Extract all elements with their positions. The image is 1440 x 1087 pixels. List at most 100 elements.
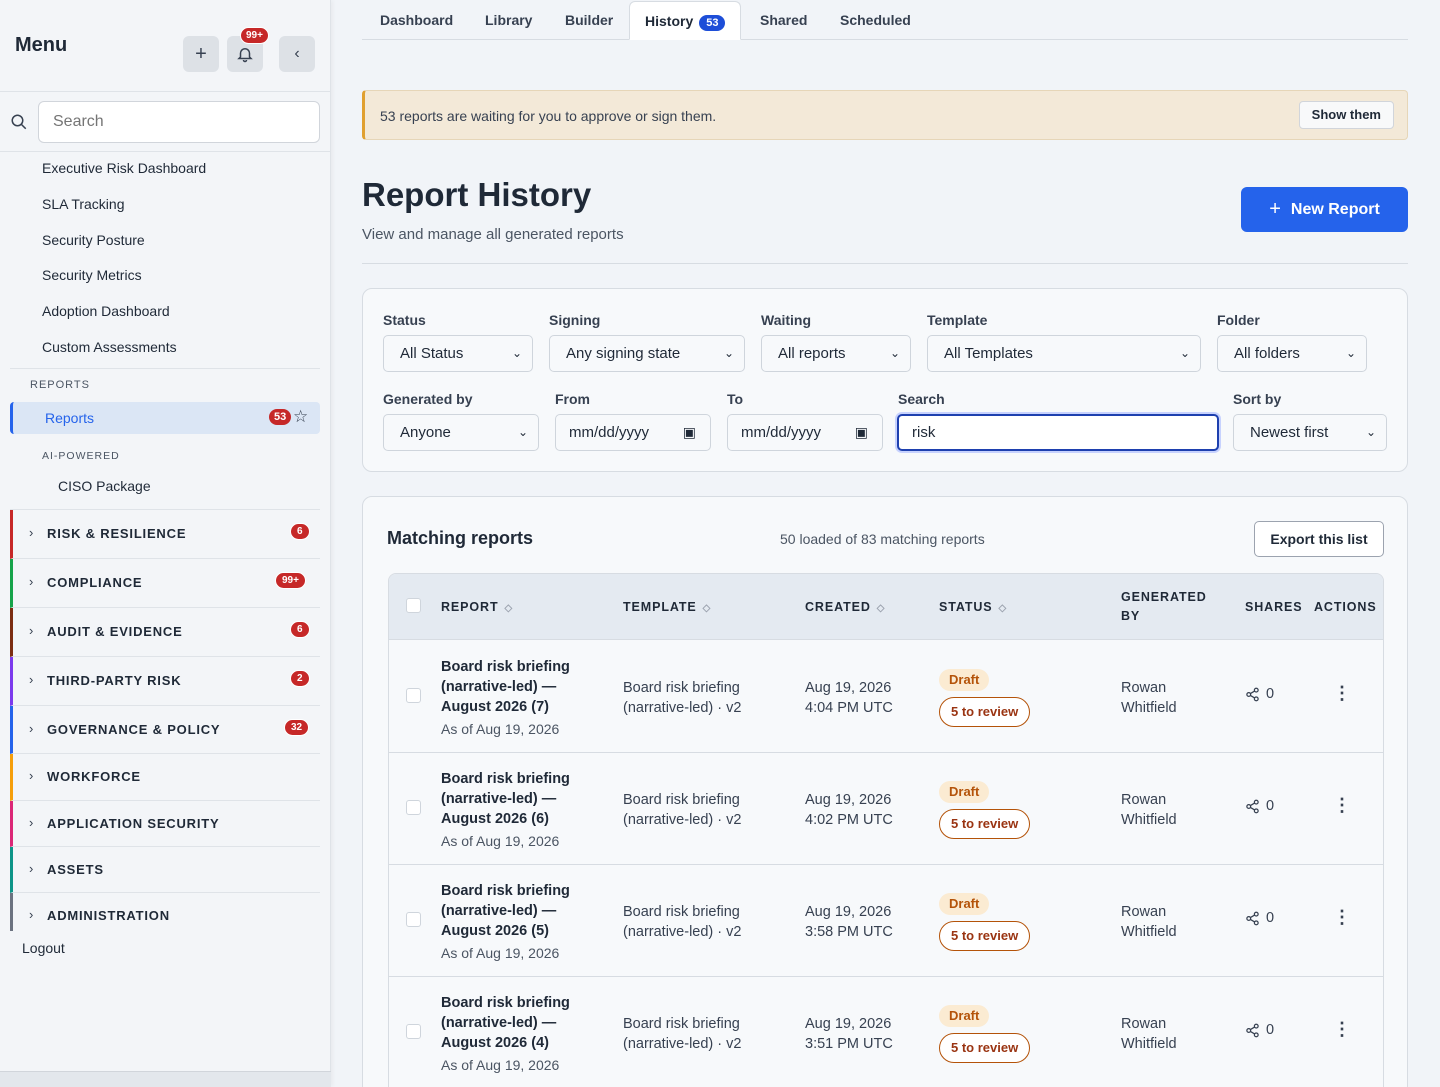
shares-cell[interactable]: 0 (1245, 798, 1274, 814)
tab-history[interactable]: History 53 (629, 1, 742, 40)
report-created: Aug 19, 2026 4:04 PM UTC (805, 678, 925, 718)
star-icon[interactable]: ☆ (293, 407, 308, 427)
created-date: Aug 19, 2026 (805, 1016, 892, 1032)
generated-by-select[interactable]: Anyone ⌄ (383, 414, 539, 451)
select-value: Newest first (1250, 424, 1329, 441)
column-header-status[interactable]: STATUS ◇ (939, 600, 1007, 614)
report-name[interactable]: Board risk briefing (narrative-led) — Augu… (441, 881, 591, 941)
column-header-report[interactable]: REPORT ◇ (441, 600, 513, 614)
filter-label-template: Template (927, 312, 988, 328)
export-list-button[interactable]: Export this list (1254, 521, 1384, 557)
sidebar-group-risk-resilience[interactable]: › RISK & RESILIENCE 6 (10, 510, 320, 559)
group-count-badge: 99+ (275, 572, 306, 589)
row-checkbox[interactable] (406, 688, 421, 703)
tab-scheduled[interactable]: Scheduled (840, 12, 911, 28)
column-header-template[interactable]: TEMPLATE ◇ (623, 600, 711, 614)
shares-cell[interactable]: 0 (1245, 686, 1274, 702)
results-title: Matching reports (387, 528, 534, 548)
sidebar-link-ciso-package[interactable]: CISO Package (58, 478, 151, 494)
sidebar-group-governance-policy[interactable]: › GOVERNANCE & POLICY 32 (10, 706, 320, 754)
sidebar-item-reports[interactable]: Reports 53 ☆ (10, 402, 320, 434)
tab-dashboard[interactable]: Dashboard (380, 12, 453, 28)
shares-count: 0 (1266, 686, 1275, 702)
report-name[interactable]: Board risk briefing (narrative-led) — Augu… (441, 657, 591, 717)
table-row[interactable]: Board risk briefing (narrative-led) — Augu… (389, 641, 1383, 753)
review-count-button[interactable]: 5 to review (939, 1033, 1031, 1063)
sidebar-group-audit-evidence[interactable]: › AUDIT & EVIDENCE 6 (10, 608, 320, 657)
sidebar-group-assets[interactable]: › ASSETS (10, 847, 320, 893)
tab-library[interactable]: Library (485, 12, 532, 28)
sidebar-search (0, 92, 330, 152)
sidebar-link-adoption-dashboard[interactable]: Adoption Dashboard (42, 303, 170, 319)
created-time: 4:02 PM UTC (805, 812, 893, 828)
column-header-created[interactable]: CREATED ◇ (805, 600, 885, 614)
signing-select[interactable]: Any signing state ⌄ (549, 335, 745, 372)
sidebar-link-security-posture[interactable]: Security Posture (42, 232, 145, 248)
search-value: risk (912, 424, 936, 441)
sidebar-group-compliance[interactable]: › COMPLIANCE 99+ (10, 559, 320, 608)
column-header-generated-by-line2: BY (1121, 609, 1141, 623)
table-header: REPORT ◇ TEMPLATE ◇ CREATED ◇ STATUS ◇ GENER… (389, 574, 1383, 640)
shares-cell[interactable]: 0 (1245, 1022, 1274, 1038)
sidebar-group-administration[interactable]: › ADMINISTRATION (10, 893, 320, 931)
template-line: Board risk briefing (623, 680, 740, 696)
calendar-icon[interactable]: ▣ (683, 415, 696, 450)
template-line: (narrative-led) · v2 (623, 700, 742, 716)
more-actions-icon[interactable]: ⋮ (1333, 1019, 1351, 1040)
search-filter-input[interactable]: risk (897, 414, 1219, 451)
sidebar-group-third-party-risk[interactable]: › THIRD-PARTY RISK 2 (10, 657, 320, 706)
more-actions-icon[interactable]: ⋮ (1333, 795, 1351, 816)
generated-by: Rowan Whitfield (1121, 678, 1177, 718)
select-value: All Status (400, 345, 464, 362)
calendar-icon[interactable]: ▣ (855, 415, 868, 450)
review-count-button[interactable]: 5 to review (939, 809, 1031, 839)
tab-builder[interactable]: Builder (565, 12, 613, 28)
sidebar-group-label: THIRD-PARTY RISK (47, 673, 182, 688)
sidebar-group-application-security[interactable]: › APPLICATION SECURITY (10, 801, 320, 847)
collapse-sidebar-button[interactable]: ‹ (279, 36, 315, 72)
sidebar-link-executive-risk-dashboard[interactable]: Executive Risk Dashboard (42, 160, 206, 176)
sidebar-search-input[interactable] (38, 100, 320, 143)
generated-by-line: Whitfield (1121, 812, 1177, 828)
filter-label-to: To (727, 391, 744, 407)
chevron-right-icon: › (29, 574, 34, 589)
waiting-select[interactable]: All reports ⌄ (761, 335, 911, 372)
notifications-button[interactable]: 99+ (227, 27, 269, 72)
shares-cell[interactable]: 0 (1245, 910, 1274, 926)
row-checkbox[interactable] (406, 912, 421, 927)
template-select[interactable]: All Templates ⌄ (927, 335, 1201, 372)
add-button[interactable]: + (183, 36, 219, 72)
review-count-button[interactable]: 5 to review (939, 921, 1031, 951)
sidebar-group-workforce[interactable]: › WORKFORCE (10, 754, 320, 801)
filter-label-search: Search (898, 391, 945, 407)
table-row[interactable]: Board risk briefing (narrative-led) — Augu… (389, 977, 1383, 1087)
report-name[interactable]: Board risk briefing (narrative-led) — Augu… (441, 769, 591, 829)
from-date-input[interactable]: mm/dd/yyyy ▣ (555, 414, 711, 451)
chevron-left-icon: ‹ (294, 45, 300, 62)
share-icon (1246, 687, 1259, 701)
group-count-badge: 2 (290, 670, 310, 687)
sidebar-link-sla-tracking[interactable]: SLA Tracking (42, 196, 125, 212)
to-date-input[interactable]: mm/dd/yyyy ▣ (727, 414, 883, 451)
sort-select[interactable]: Newest first ⌄ (1233, 414, 1387, 451)
status-select[interactable]: All Status ⌄ (383, 335, 533, 372)
more-actions-icon[interactable]: ⋮ (1333, 907, 1351, 928)
folder-select[interactable]: All folders ⌄ (1217, 335, 1367, 372)
sidebar-link-security-metrics[interactable]: Security Metrics (42, 267, 142, 283)
review-count-button[interactable]: 5 to review (939, 697, 1031, 727)
logout-link[interactable]: Logout (22, 940, 65, 956)
new-report-button[interactable]: + New Report (1241, 187, 1408, 232)
show-them-button[interactable]: Show them (1298, 101, 1394, 129)
tab-shared[interactable]: Shared (760, 12, 807, 28)
table-row[interactable]: Board risk briefing (narrative-led) — Augu… (389, 753, 1383, 865)
table-row[interactable]: Board risk briefing (narrative-led) — Augu… (389, 865, 1383, 977)
report-name[interactable]: Board risk briefing (narrative-led) — Augu… (441, 993, 591, 1053)
header-divider (362, 263, 1408, 264)
row-checkbox[interactable] (406, 1024, 421, 1039)
more-actions-icon[interactable]: ⋮ (1333, 683, 1351, 704)
sidebar-link-custom-assessments[interactable]: Custom Assessments (42, 339, 177, 355)
select-all-checkbox[interactable] (406, 598, 421, 613)
sort-icon: ◇ (998, 603, 1008, 614)
template-line: Board risk briefing (623, 904, 740, 920)
row-checkbox[interactable] (406, 800, 421, 815)
